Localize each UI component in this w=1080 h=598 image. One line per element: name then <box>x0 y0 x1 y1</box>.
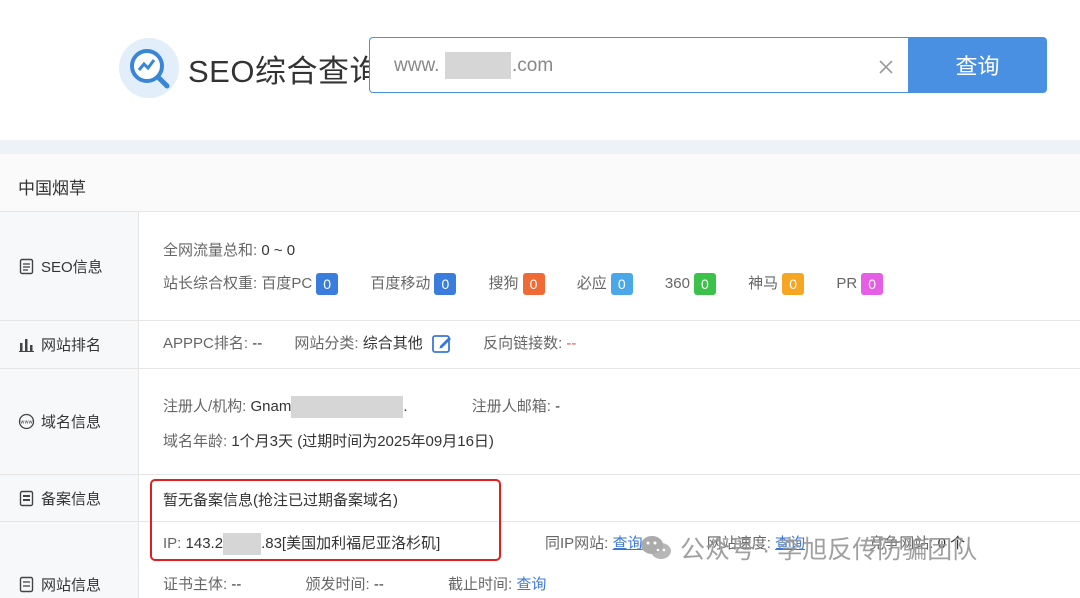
category-value: 综合其他 <box>362 335 423 352</box>
list-icon <box>19 576 34 593</box>
search-prefix: www. <box>394 55 440 76</box>
seo-info-label: SEO信息 <box>0 212 139 321</box>
header: SEO综合查询 www. .com 查询 <box>0 0 1080 140</box>
cert-line: 证书主体: -- 颁发时间: -- 截止时间: 查询 <box>163 576 547 593</box>
wechat-icon <box>641 536 671 559</box>
edit-icon[interactable] <box>431 333 453 355</box>
file-icon <box>19 490 34 506</box>
row-border <box>139 369 1080 475</box>
weight-bing[interactable]: 必应 0 <box>577 273 633 296</box>
highlight-box <box>150 479 501 561</box>
www-icon: www <box>18 413 35 430</box>
icp-info-label: 备案信息 <box>0 475 139 522</box>
rank-line: APPPC排名: -- 网站分类: 综合其他 反向链接数: -- <box>163 332 576 355</box>
domain-age-line: 域名年龄: 1个月3天 (过期时间为2025年09月16日) <box>163 433 494 450</box>
document-icon <box>19 258 34 274</box>
seo-logo-icon <box>119 38 179 98</box>
weight-baidu-pc[interactable]: 百度PC 0 <box>261 273 339 296</box>
watermark: 公众号 · 李旭反传防骗团队 <box>640 530 977 566</box>
weight-shenma[interactable]: 神马 0 <box>748 273 805 296</box>
site-info-label: 网站信息 <box>0 522 139 598</box>
expire-query-link[interactable]: 查询 <box>516 576 546 593</box>
same-ip-query-link[interactable]: 查询 <box>613 535 643 552</box>
page-title: SEO综合查询 <box>188 54 381 89</box>
redacted-block <box>445 52 511 79</box>
registrant-line: 注册人/机构: Gnam. 注册人邮箱: - <box>163 395 560 419</box>
weight-pr[interactable]: PR 0 <box>836 273 884 296</box>
row-border <box>139 212 1080 321</box>
svg-text:www: www <box>20 420 32 426</box>
close-icon[interactable] <box>877 58 895 76</box>
domain-info-label: www 域名信息 <box>0 369 139 475</box>
weight-baidu-mobile[interactable]: 百度移动 0 <box>370 273 457 296</box>
bar-chart-icon <box>19 339 34 352</box>
company-name: 中国烟草 <box>18 179 86 198</box>
company-header: 中国烟草 <box>0 154 1080 212</box>
weight-360[interactable]: 360 0 <box>665 273 716 296</box>
search-button[interactable]: 查询 <box>908 37 1047 93</box>
divider <box>0 140 1080 154</box>
weight-sogou[interactable]: 搜狗 0 <box>489 273 545 296</box>
search-input[interactable]: www. .com <box>369 37 909 93</box>
site-rank-label: 网站排名 <box>0 321 139 369</box>
redacted-block <box>291 396 404 419</box>
weight-line: 站长综合权重: 百度PC 0 百度移动 0 搜狗 0 必应 0 360 0 神马 0 PR 0 <box>163 272 911 296</box>
search-suffix: .com <box>512 55 554 76</box>
traffic-line: 全网流量总和: 0 ~ 0 <box>163 242 296 259</box>
